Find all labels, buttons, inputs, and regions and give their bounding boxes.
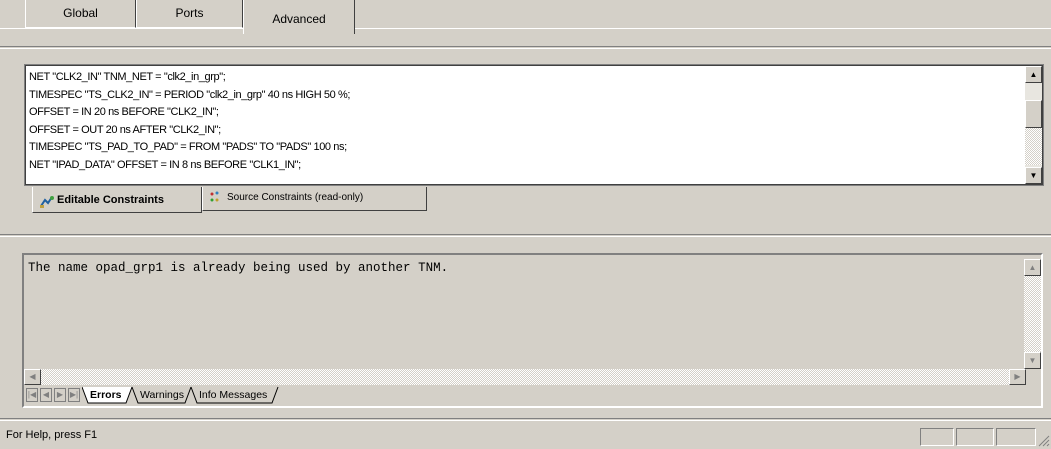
tab-bar-line [0,28,1051,29]
constraint-line[interactable]: NET "IPAD_DATA" OFFSET = IN 8 ns BEFORE … [29,157,1022,175]
constraints-editor[interactable]: NET "CLK2_IN" TNM_NET = "clk2_in_grp"; T… [24,64,1044,186]
editable-constraints-icon [39,193,55,209]
tab-source-constraints-label: Source Constraints (read-only) [227,192,364,203]
first-tab-icon[interactable]: |◀ [26,388,38,402]
tab-source-constraints[interactable]: Source Constraints (read-only) [202,187,427,211]
tab-editable-constraints[interactable]: Editable Constraints [32,187,202,213]
status-help-text: For Help, press F1 [6,429,98,441]
top-tab-bar: Global Ports Advanced [0,0,1051,40]
messages-panel: The name opad_grp1 is already being used… [22,253,1043,408]
constraint-line[interactable]: NET "CLK2_IN" TNM_NET = "clk2_in_grp"; [29,69,1022,87]
constraint-line[interactable]: TIMESPEC "TS_CLK2_IN" = PERIOD "clk2_in_… [29,87,1022,105]
tab-info-messages[interactable]: Info Messages [199,387,267,404]
constraint-line[interactable]: OFFSET = OUT 20 ns AFTER "CLK2_IN"; [29,122,1022,140]
tab-editable-constraints-label: Editable Constraints [57,194,164,206]
pane-separator-top [0,46,1051,49]
source-constraints-icon [209,190,225,204]
constraint-line[interactable]: TIMESPEC "TS_PAD_TO_PAD" = FROM "PADS" T… [29,139,1022,157]
constraint-line[interactable]: OFFSET = IN 20 ns BEFORE "CLK2_IN"; [29,104,1022,122]
message-tab-bar: |◀ ◀ ▶ ▶| Errors Warnings Info Messages [24,385,1041,406]
tab-errors[interactable]: Errors [90,387,122,404]
last-tab-icon[interactable]: ▶| [68,388,80,402]
tab-global[interactable]: Global [25,0,136,28]
scroll-up-arrow-icon[interactable]: ▲ [1025,66,1042,83]
tab-warnings[interactable]: Warnings [140,387,184,404]
scroll-down-arrow-icon[interactable]: ▼ [1024,352,1041,369]
tab-ports[interactable]: Ports [136,0,243,28]
constraint-lines[interactable]: NET "CLK2_IN" TNM_NET = "clk2_in_grp"; T… [29,69,1022,174]
pane-separator-middle [0,234,1051,237]
scrollbar-track[interactable] [41,369,1009,385]
scroll-right-arrow-icon[interactable]: ▶ [1009,369,1026,385]
messages-horizontal-scrollbar[interactable]: ◀ ▶ [24,369,1026,385]
status-panel [956,428,994,446]
error-message-text[interactable]: The name opad_grp1 is already being used… [28,261,448,275]
scroll-down-arrow-icon[interactable]: ▼ [1025,167,1042,184]
status-panel [920,428,954,446]
pane-separator-bottom [0,418,1051,421]
scrollbar-track[interactable] [1025,128,1042,165]
constraints-vertical-scrollbar[interactable]: ▲ ▼ [1025,66,1042,184]
status-bar: For Help, press F1 [0,425,1051,449]
prev-tab-icon[interactable]: ◀ [40,388,52,402]
next-tab-icon[interactable]: ▶ [54,388,66,402]
scrollbar-track[interactable] [1024,276,1041,352]
messages-vertical-scrollbar[interactable]: ▲ ▼ [1024,255,1041,385]
scrollbar-thumb[interactable] [1025,100,1042,128]
resize-grip-icon[interactable] [1038,435,1050,447]
tab-advanced[interactable]: Advanced [243,0,355,34]
scroll-left-arrow-icon[interactable]: ◀ [24,369,41,385]
scroll-up-arrow-icon[interactable]: ▲ [1024,259,1041,276]
status-panel [996,428,1036,446]
